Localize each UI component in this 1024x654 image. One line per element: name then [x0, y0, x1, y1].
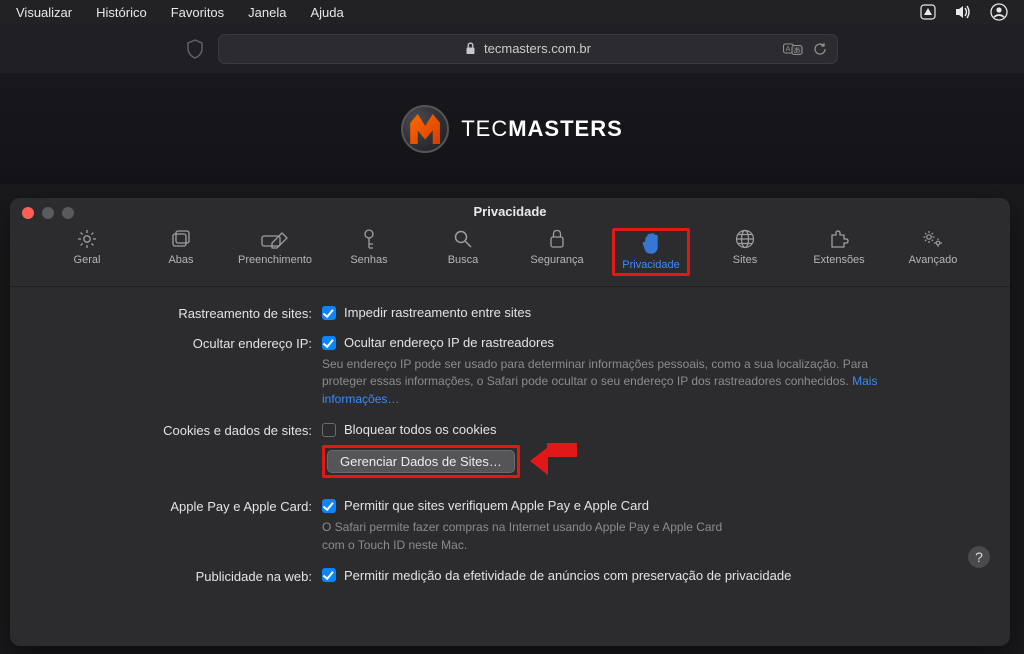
checkbox-hide-ip[interactable]	[322, 336, 336, 350]
preferences-tabs: Geral Abas Preenchimento Senhas Busca Se…	[10, 224, 1010, 287]
status-triangle-icon[interactable]	[920, 4, 936, 20]
zoom-window-button[interactable]	[62, 207, 74, 219]
key-icon	[360, 228, 378, 250]
minimize-window-button[interactable]	[42, 207, 54, 219]
tab-privacidade[interactable]: Privacidade	[612, 228, 690, 276]
tab-sites[interactable]: Sites	[706, 228, 784, 276]
hand-privacy-icon	[641, 233, 661, 255]
row-hide-ip-label: Ocultar endereço IP:	[50, 335, 322, 351]
tecmasters-logo-text: TECMASTERS	[461, 116, 623, 142]
checkbox-label-applepay: Permitir que sites verifiquem Apple Pay …	[344, 498, 649, 513]
svg-text:あ: あ	[794, 46, 801, 54]
tab-geral[interactable]: Geral	[48, 228, 126, 276]
puzzle-icon	[828, 228, 850, 250]
user-account-icon[interactable]	[990, 3, 1008, 21]
row-tracking: Rastreamento de sites: Impedir rastreame…	[50, 305, 970, 321]
privacy-shield-icon[interactable]	[186, 39, 204, 59]
tab-extensoes[interactable]: Extensões	[800, 228, 878, 276]
row-ads-label: Publicidade na web:	[50, 568, 322, 584]
page-header: TECMASTERS	[0, 74, 1024, 184]
tab-preenchimento[interactable]: Preenchimento	[236, 228, 314, 276]
menu-ajuda[interactable]: Ajuda	[310, 5, 343, 20]
translate-icon[interactable]: Aあ	[783, 42, 803, 56]
checkbox-label-block-cookies: Bloquear todos os cookies	[344, 422, 496, 437]
manage-website-data-button[interactable]: Gerenciar Dados de Sites…	[327, 450, 515, 473]
annotation-arrow-icon	[530, 447, 577, 475]
hide-ip-description: Seu endereço IP pode ser usado para dete…	[322, 356, 882, 408]
advanced-gears-icon	[921, 228, 945, 250]
help-button[interactable]: ?	[968, 546, 990, 568]
menu-visualizar[interactable]: Visualizar	[16, 5, 72, 20]
row-cookies-label: Cookies e dados de sites:	[50, 422, 322, 438]
tabs-icon	[170, 228, 192, 250]
row-tracking-label: Rastreamento de sites:	[50, 305, 322, 321]
autofill-pencil-icon	[260, 228, 290, 250]
menu-favoritos[interactable]: Favoritos	[171, 5, 224, 20]
preferences-titlebar: Privacidade	[10, 198, 1010, 224]
menu-historico[interactable]: Histórico	[96, 5, 147, 20]
checkbox-ad-measurement[interactable]	[322, 568, 336, 582]
reload-icon[interactable]	[813, 42, 827, 56]
checkbox-label-hide-ip: Ocultar endereço IP de rastreadores	[344, 335, 554, 350]
lock-icon	[548, 228, 566, 250]
gear-icon	[76, 228, 98, 250]
row-applepay: Apple Pay e Apple Card: Permitir que sit…	[50, 498, 970, 554]
close-window-button[interactable]	[22, 207, 34, 219]
preferences-window: Privacidade Geral Abas Preenchimento Sen…	[10, 198, 1010, 646]
browser-toolbar: tecmasters.com.br Aあ	[0, 24, 1024, 74]
row-cookies: Cookies e dados de sites: Bloquear todos…	[50, 422, 970, 478]
menu-janela[interactable]: Janela	[248, 5, 286, 20]
url-bar[interactable]: tecmasters.com.br Aあ	[218, 34, 838, 64]
row-hide-ip: Ocultar endereço IP: Ocultar endereço IP…	[50, 335, 970, 408]
tab-seguranca[interactable]: Segurança	[518, 228, 596, 276]
preferences-title: Privacidade	[10, 204, 1010, 219]
url-domain: tecmasters.com.br	[484, 41, 591, 56]
checkbox-prevent-cross-site-tracking[interactable]	[322, 306, 336, 320]
applepay-description: O Safari permite fazer compras na Intern…	[322, 519, 742, 554]
preferences-body: Rastreamento de sites: Impedir rastreame…	[10, 287, 1010, 584]
globe-icon	[734, 228, 756, 250]
tab-avancado[interactable]: Avançado	[894, 228, 972, 276]
tab-senhas[interactable]: Senhas	[330, 228, 408, 276]
checkbox-label-tracking: Impedir rastreamento entre sites	[344, 305, 531, 320]
window-controls	[22, 207, 74, 219]
volume-icon[interactable]	[954, 4, 972, 20]
row-applepay-label: Apple Pay e Apple Card:	[50, 498, 322, 514]
system-menubar: Visualizar Histórico Favoritos Janela Aj…	[0, 0, 1024, 24]
checkbox-label-ads: Permitir medição da efetividade de anúnc…	[344, 568, 791, 583]
tab-abas[interactable]: Abas	[142, 228, 220, 276]
checkbox-block-all-cookies[interactable]	[322, 423, 336, 437]
search-icon	[453, 228, 473, 250]
tab-busca[interactable]: Busca	[424, 228, 502, 276]
lock-icon	[465, 42, 476, 55]
tecmasters-logo-icon	[401, 105, 449, 153]
checkbox-applepay[interactable]	[322, 499, 336, 513]
row-ads: Publicidade na web: Permitir medição da …	[50, 568, 970, 584]
svg-text:A: A	[786, 46, 791, 53]
